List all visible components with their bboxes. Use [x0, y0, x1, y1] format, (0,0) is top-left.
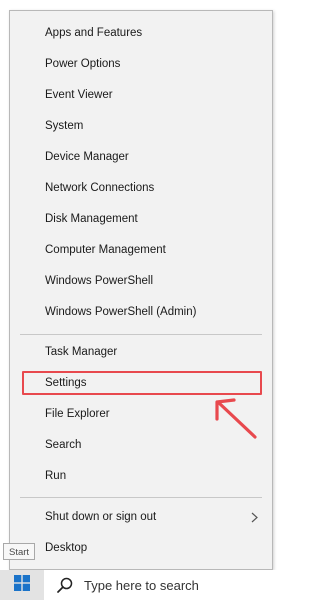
menu-item-label: Windows PowerShell: [45, 275, 154, 287]
screen: Apps and Features Power Options Event Vi…: [0, 0, 282, 600]
menu-separator: [20, 334, 262, 335]
menu-item-apps-and-features[interactable]: Apps and Features: [10, 18, 272, 49]
settings-highlight-box: [22, 371, 262, 395]
menu-item-label: Computer Management: [45, 244, 166, 256]
windows-logo-icon: [14, 574, 30, 596]
menu-item-label: Task Manager: [45, 346, 118, 358]
menu-item-system[interactable]: System: [10, 111, 272, 142]
menu-item-label: Event Viewer: [45, 89, 113, 101]
menu-item-label: Apps and Features: [45, 27, 143, 39]
chevron-right-icon: [248, 502, 260, 533]
menu-item-windows-powershell-admin[interactable]: Windows PowerShell (Admin): [10, 297, 272, 328]
menu-item-disk-management[interactable]: Disk Management: [10, 204, 272, 235]
menu-item-event-viewer[interactable]: Event Viewer: [10, 80, 272, 111]
menu-separator: [20, 497, 262, 498]
menu-item-network-connections[interactable]: Network Connections: [10, 173, 272, 204]
search-input[interactable]: [84, 577, 254, 593]
menu-item-power-options[interactable]: Power Options: [10, 49, 272, 80]
menu-item-run[interactable]: Run: [10, 461, 272, 492]
menu-item-label: Power Options: [45, 58, 121, 70]
start-button[interactable]: [0, 570, 44, 600]
menu-item-label: Network Connections: [45, 182, 155, 194]
menu-item-label: File Explorer: [45, 408, 110, 420]
menu-item-label: Desktop: [45, 542, 88, 554]
search-icon: [56, 576, 74, 594]
menu-item-label: System: [45, 120, 84, 132]
menu-item-label: Shut down or sign out: [45, 511, 157, 523]
menu-item-device-manager[interactable]: Device Manager: [10, 142, 272, 173]
menu-item-windows-powershell[interactable]: Windows PowerShell: [10, 266, 272, 297]
menu-item-computer-management[interactable]: Computer Management: [10, 235, 272, 266]
menu-item-label: Run: [45, 470, 67, 482]
menu-item-label: Disk Management: [45, 213, 138, 225]
taskbar: [0, 570, 282, 600]
menu-item-desktop[interactable]: Desktop: [10, 533, 272, 564]
taskbar-search-box[interactable]: [44, 570, 282, 600]
menu-item-shut-down-or-sign-out[interactable]: Shut down or sign out: [10, 502, 272, 533]
menu-item-label: Windows PowerShell (Admin): [45, 306, 197, 318]
red-arrow-icon: [215, 398, 257, 439]
menu-item-label: Search: [45, 439, 82, 451]
menu-item-label: Device Manager: [45, 151, 129, 163]
power-user-menu: Apps and Features Power Options Event Vi…: [9, 10, 273, 570]
menu-item-task-manager[interactable]: Task Manager: [10, 337, 272, 368]
start-tooltip: Start: [3, 543, 36, 560]
tooltip-text: Start: [9, 547, 30, 558]
